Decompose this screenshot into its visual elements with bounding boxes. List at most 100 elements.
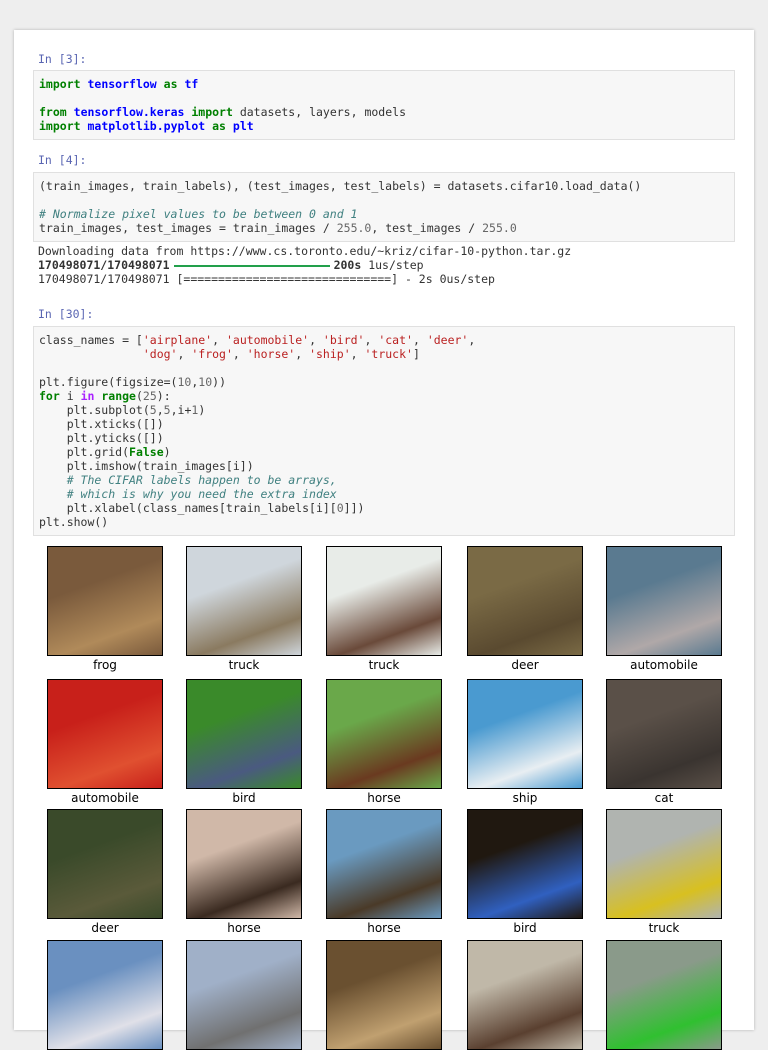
code-token: , [212,333,226,347]
cifar-image [467,940,583,1050]
cifar-image [467,809,583,919]
code-token: 'ship' [309,347,351,361]
code-line: # The CIFAR labels happen to be arrays, [39,473,729,487]
cifar-image [326,679,442,789]
code-token: # The CIFAR labels happen to be arrays, [39,473,337,487]
image-label: horse [227,921,261,935]
code-token: 5 [149,403,157,417]
code-cell-input[interactable]: (train_images, train_labels), (test_imag… [33,172,735,242]
image-label: automobile [71,791,139,805]
code-line: # Normalize pixel values to be between 0… [39,207,729,221]
code-token: train_images, test_images = train_images… [39,221,337,235]
code-token: ,i+ [170,403,192,417]
code-token: plt.imshow(train_images[i]) [39,459,254,473]
image-label: truck [648,921,680,935]
cifar-image [47,546,163,656]
image-label: cat [654,791,674,805]
cifar-image [326,546,442,656]
code-token: plt.figure(figsize=( [39,375,178,389]
cell-prompt: In [4]: [38,153,87,167]
code-token: , [350,347,365,361]
code-line: Downloading data from https://www.cs.tor… [38,244,571,258]
code-token: 170498071/170498071 [38,258,170,272]
cifar-image [47,809,163,919]
code-token: from [39,105,67,119]
code-token: for [39,389,60,403]
cifar-image [467,679,583,789]
code-line: class_names = ['airplane', 'automobile',… [39,333,729,347]
code-token: import [191,105,233,119]
code-token: ] [412,347,420,361]
code-token: 255.0 [336,221,372,235]
code-token: 1us/step [361,258,424,272]
code-line: plt.figure(figsize=(10,10)) [39,375,729,389]
image-label: ship [512,791,538,805]
code-token: 'airplane' [142,333,213,347]
cifar-image [186,679,302,789]
code-token: , [412,333,427,347]
code-cell-input[interactable]: class_names = ['airplane', 'automobile',… [33,326,735,536]
code-token: ) [163,445,171,459]
code-line: train_images, test_images = train_images… [39,221,729,235]
image-label: automobile [630,658,698,672]
code-token: class_names = [ [39,333,143,347]
code-line: 'dog', 'frog', 'horse', 'ship', 'truck'] [39,347,729,361]
cifar-image [326,809,442,919]
cifar-image [606,940,722,1050]
code-token: Downloading data from https://www.cs.tor… [38,244,572,258]
cifar-image [606,679,722,789]
code-token: , test_images / [371,221,483,235]
code-line: plt.subplot(5,5,i+1) [39,403,729,417]
code-token: )) [212,375,226,389]
code-token: False [129,445,164,459]
code-token: 'frog' [191,347,233,361]
code-line: for i in range(25): [39,389,729,403]
code-token: plt [232,119,254,133]
image-label: bird [513,921,537,935]
code-token: , [364,333,379,347]
code-token: 'horse' [246,347,296,361]
code-token: 10 [198,375,213,389]
cell-output: Downloading data from https://www.cs.tor… [38,244,571,286]
code-token: 10 [177,375,192,389]
code-token: range [101,389,136,403]
cell-prompt: In [3]: [38,52,87,66]
code-token: plt.subplot( [39,403,150,417]
code-line: import matplotlib.pyplot as plt [39,119,729,133]
code-token: as [163,77,178,91]
image-label: frog [93,658,117,672]
image-label: bird [232,791,256,805]
code-token: (train_images, train_labels), (test_imag… [39,179,642,193]
cifar-image [186,940,302,1050]
code-token: ): [156,389,171,403]
code-token: plt.show() [39,515,109,529]
code-token: 25 [142,389,157,403]
code-cell-input[interactable]: import tensorflow as tf from tensorflow.k… [33,70,735,140]
code-token: , [309,333,323,347]
cifar-image [326,940,442,1050]
code-token: , [156,403,164,417]
code-token: , [177,347,192,361]
image-label: horse [367,921,401,935]
code-token: 0 [336,501,344,515]
code-token: ( [135,389,143,403]
code-line: plt.xlabel(class_names[train_labels[i][0… [39,501,729,515]
code-line: (train_images, train_labels), (test_imag… [39,179,729,193]
code-token: # which is why you need the extra index [39,487,337,501]
code-token: plt.xticks([]) [39,417,164,431]
code-token: 'truck' [364,347,413,361]
code-line: plt.show() [39,515,729,529]
cifar-image [47,940,163,1050]
code-token: 'cat' [378,333,413,347]
code-token: in [80,389,95,403]
code-line: plt.grid(False) [39,445,729,459]
code-token: import [39,77,81,91]
code-token: , [232,347,247,361]
